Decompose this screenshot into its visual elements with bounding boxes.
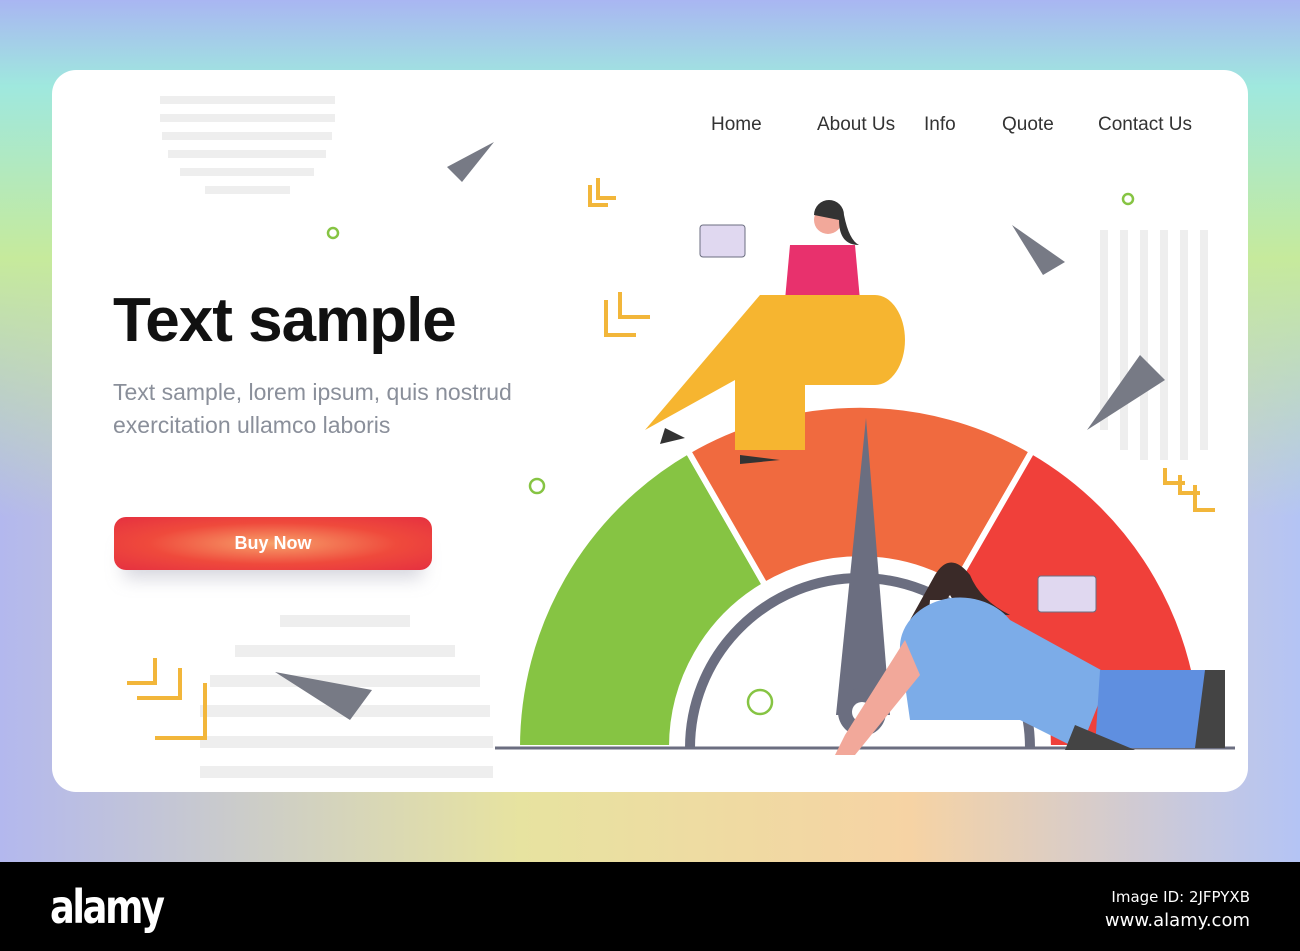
image-id: Image ID: 2JFPYXB: [1111, 888, 1250, 906]
nav-quote[interactable]: Quote: [1002, 114, 1054, 136]
buy-now-button[interactable]: Buy Now: [114, 517, 432, 570]
footer-bar: alamy Image ID: 2JFPYXB www.alamy.com: [0, 862, 1300, 951]
hero-title: Text sample: [113, 286, 457, 355]
footer-url: www.alamy.com: [1104, 910, 1250, 931]
nav-about-us[interactable]: About Us: [817, 114, 895, 136]
nav-contact-us[interactable]: Contact Us: [1098, 114, 1192, 136]
hero-subtitle: Text sample, lorem ipsum, quis nostrud e…: [113, 379, 512, 438]
nav-home[interactable]: Home: [711, 114, 762, 136]
alamy-logo: alamy: [50, 880, 165, 934]
nav-info[interactable]: Info: [924, 114, 956, 136]
